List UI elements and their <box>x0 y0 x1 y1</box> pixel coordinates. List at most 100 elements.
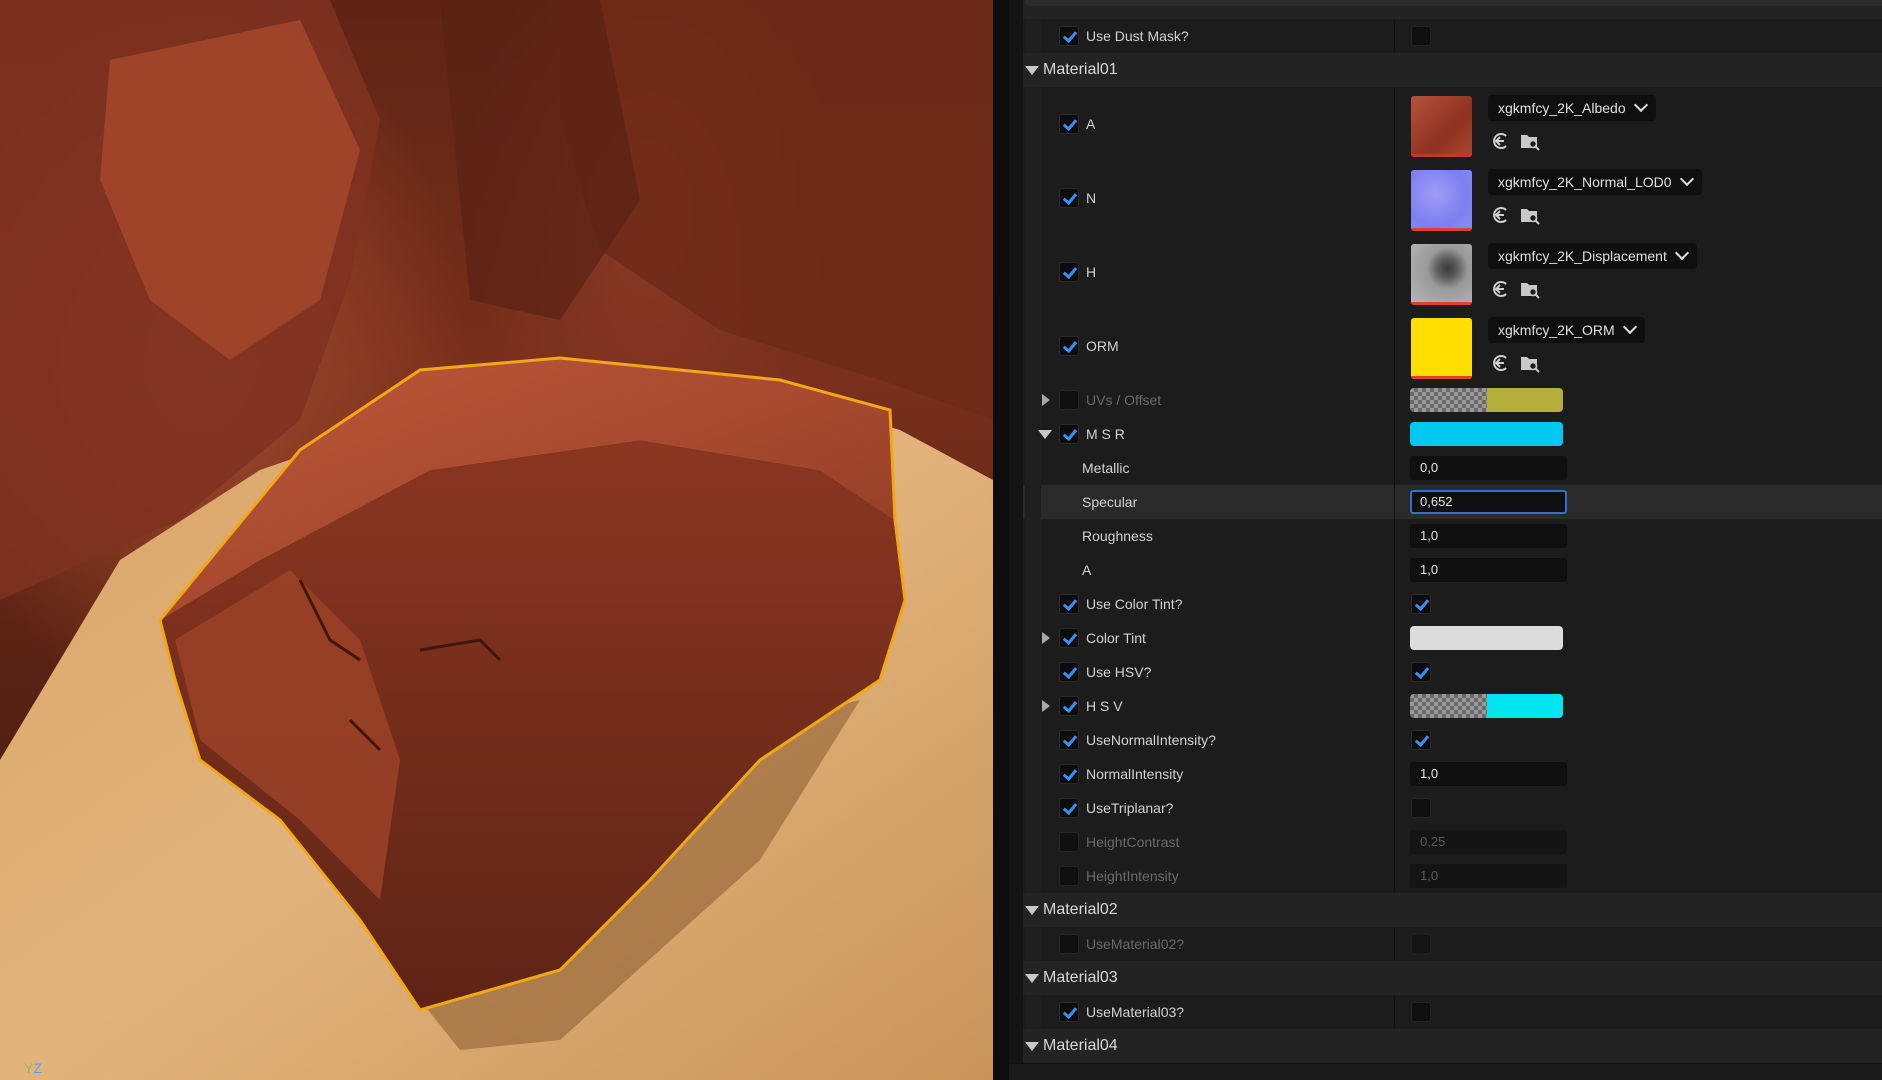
override-checkbox[interactable] <box>1059 262 1079 282</box>
property-row-color-tint[interactable]: Color Tint <box>1009 621 1882 656</box>
property-label: M S R <box>1086 426 1125 442</box>
expand-arrow-icon[interactable] <box>1042 632 1050 644</box>
property-row-roughness[interactable]: Roughness 1,0 <box>1009 519 1882 554</box>
expand-arrow-icon[interactable] <box>1025 1042 1039 1051</box>
override-checkbox[interactable] <box>1059 764 1079 784</box>
property-row-normalintensity[interactable]: NormalIntensity 1,0 <box>1009 757 1882 792</box>
value-checkbox[interactable] <box>1411 662 1431 682</box>
collapse-arrow-icon[interactable] <box>1038 430 1052 439</box>
asset-picker-dropdown[interactable]: xgkmfcy_2K_Albedo <box>1488 95 1656 121</box>
category-material04[interactable]: Material04 <box>1009 1029 1882 1064</box>
category-material01[interactable]: Material01 <box>1009 53 1882 88</box>
override-checkbox[interactable] <box>1059 696 1079 716</box>
asset-picker-dropdown[interactable]: xgkmfcy_2K_ORM <box>1488 317 1645 343</box>
override-checkbox[interactable] <box>1059 934 1079 954</box>
property-row-use-hsv[interactable]: Use HSV? <box>1009 655 1882 690</box>
column-separator <box>1394 927 1395 961</box>
override-checkbox[interactable] <box>1059 730 1079 750</box>
row-gutter <box>1009 723 1023 757</box>
color-swatch[interactable] <box>1410 694 1563 718</box>
property-row-h-s-v[interactable]: H S V <box>1009 689 1882 724</box>
property-row-use-dust-mask[interactable]: Use Dust Mask? <box>1009 19 1882 54</box>
property-row-uvs-offset[interactable]: UVs / Offset <box>1009 383 1882 418</box>
property-row-use-color-tint[interactable]: Use Color Tint? <box>1009 587 1882 622</box>
chevron-down-icon <box>1674 245 1689 261</box>
override-checkbox[interactable] <box>1059 26 1079 46</box>
override-checkbox[interactable] <box>1059 114 1079 134</box>
browse-asset-icon[interactable] <box>1519 205 1541 228</box>
property-row-heightintensity[interactable]: HeightIntensity 1,0 <box>1009 859 1882 894</box>
row-indent <box>1025 553 1041 587</box>
expand-arrow-icon[interactable] <box>1042 394 1050 406</box>
value-input[interactable]: 0,652 <box>1410 490 1567 514</box>
value-checkbox[interactable] <box>1411 26 1431 46</box>
property-row-specular[interactable]: Specular 0,652 <box>1009 485 1882 520</box>
use-selected-icon[interactable] <box>1491 279 1511 302</box>
row-gutter <box>1009 417 1023 451</box>
chevron-down-icon <box>1622 319 1637 335</box>
category-material02[interactable]: Material02 <box>1009 893 1882 928</box>
override-checkbox[interactable] <box>1059 336 1079 356</box>
column-separator <box>1394 621 1395 655</box>
panel-splitter[interactable] <box>993 0 1009 1080</box>
override-checkbox[interactable] <box>1059 594 1079 614</box>
expand-arrow-icon[interactable] <box>1025 974 1039 983</box>
property-row-n[interactable]: Nxgkmfcy_2K_Normal_LOD0 <box>1009 161 1882 236</box>
property-row-a[interactable]: A 1,0 <box>1009 553 1882 588</box>
override-checkbox[interactable] <box>1059 390 1079 410</box>
property-row-a[interactable]: Axgkmfcy_2K_Albedo <box>1009 87 1882 162</box>
override-checkbox[interactable] <box>1059 628 1079 648</box>
property-row-h[interactable]: Hxgkmfcy_2K_Displacement <box>1009 235 1882 310</box>
value-input[interactable]: 0,0 <box>1410 456 1567 480</box>
value-checkbox[interactable] <box>1411 798 1431 818</box>
use-selected-icon[interactable] <box>1491 353 1511 376</box>
texture-thumbnail[interactable] <box>1411 170 1472 231</box>
property-row-orm[interactable]: ORM xgkmfcy_2K_ORM <box>1009 309 1882 384</box>
property-row-usematerial02[interactable]: UseMaterial02? <box>1009 927 1882 962</box>
asset-picker-dropdown[interactable]: xgkmfcy_2K_Normal_LOD0 <box>1488 169 1702 195</box>
value-checkbox[interactable] <box>1411 730 1431 750</box>
asset-picker-dropdown[interactable]: xgkmfcy_2K_Displacement <box>1488 243 1697 269</box>
value-checkbox[interactable] <box>1411 1002 1431 1022</box>
color-swatch[interactable] <box>1410 626 1563 650</box>
color-swatch[interactable] <box>1410 422 1563 446</box>
property-row-m-s-r[interactable]: M S R <box>1009 417 1882 452</box>
value-input[interactable]: 1,0 <box>1410 558 1567 582</box>
use-selected-icon[interactable] <box>1491 205 1511 228</box>
override-checkbox[interactable] <box>1059 1002 1079 1022</box>
override-checkbox[interactable] <box>1059 662 1079 682</box>
override-checkbox[interactable] <box>1059 188 1079 208</box>
browse-asset-icon[interactable] <box>1519 131 1541 154</box>
use-selected-icon[interactable] <box>1491 131 1511 154</box>
expand-arrow-icon[interactable] <box>1025 906 1039 915</box>
property-row-metallic[interactable]: Metallic 0,0 <box>1009 451 1882 486</box>
row-gutter <box>1009 995 1023 1029</box>
override-checkbox[interactable] <box>1059 424 1079 444</box>
value-input[interactable]: 0,25 <box>1410 830 1567 854</box>
property-row-usematerial03[interactable]: UseMaterial03? <box>1009 995 1882 1030</box>
texture-thumbnail[interactable] <box>1411 318 1472 379</box>
level-viewport[interactable]: YZ <box>0 0 993 1080</box>
category-material03[interactable]: Material03 <box>1009 961 1882 996</box>
value-checkbox[interactable] <box>1411 934 1431 954</box>
expand-arrow-icon[interactable] <box>1025 66 1039 75</box>
property-row-heightcontrast[interactable]: HeightContrast 0,25 <box>1009 825 1882 860</box>
override-checkbox[interactable] <box>1059 798 1079 818</box>
texture-thumbnail[interactable] <box>1411 244 1472 305</box>
value-input[interactable]: 1,0 <box>1410 864 1567 888</box>
browse-asset-icon[interactable] <box>1519 279 1541 302</box>
override-checkbox[interactable] <box>1059 866 1079 886</box>
browse-asset-icon[interactable] <box>1519 353 1541 376</box>
category-label: Material01 <box>1043 61 1118 78</box>
value-checkbox[interactable] <box>1411 594 1431 614</box>
texture-thumbnail[interactable] <box>1411 96 1472 157</box>
property-row-usetriplanar[interactable]: UseTriplanar? <box>1009 791 1882 826</box>
value-input[interactable]: 1,0 <box>1410 762 1567 786</box>
expand-arrow-icon[interactable] <box>1042 700 1050 712</box>
value-input[interactable]: 1,0 <box>1410 524 1567 548</box>
property-row-usenormalintensity[interactable]: UseNormalIntensity? <box>1009 723 1882 758</box>
color-swatch[interactable] <box>1410 388 1563 412</box>
override-checkbox[interactable] <box>1059 832 1079 852</box>
row-gutter <box>1009 553 1023 587</box>
row-indent <box>1025 621 1041 655</box>
